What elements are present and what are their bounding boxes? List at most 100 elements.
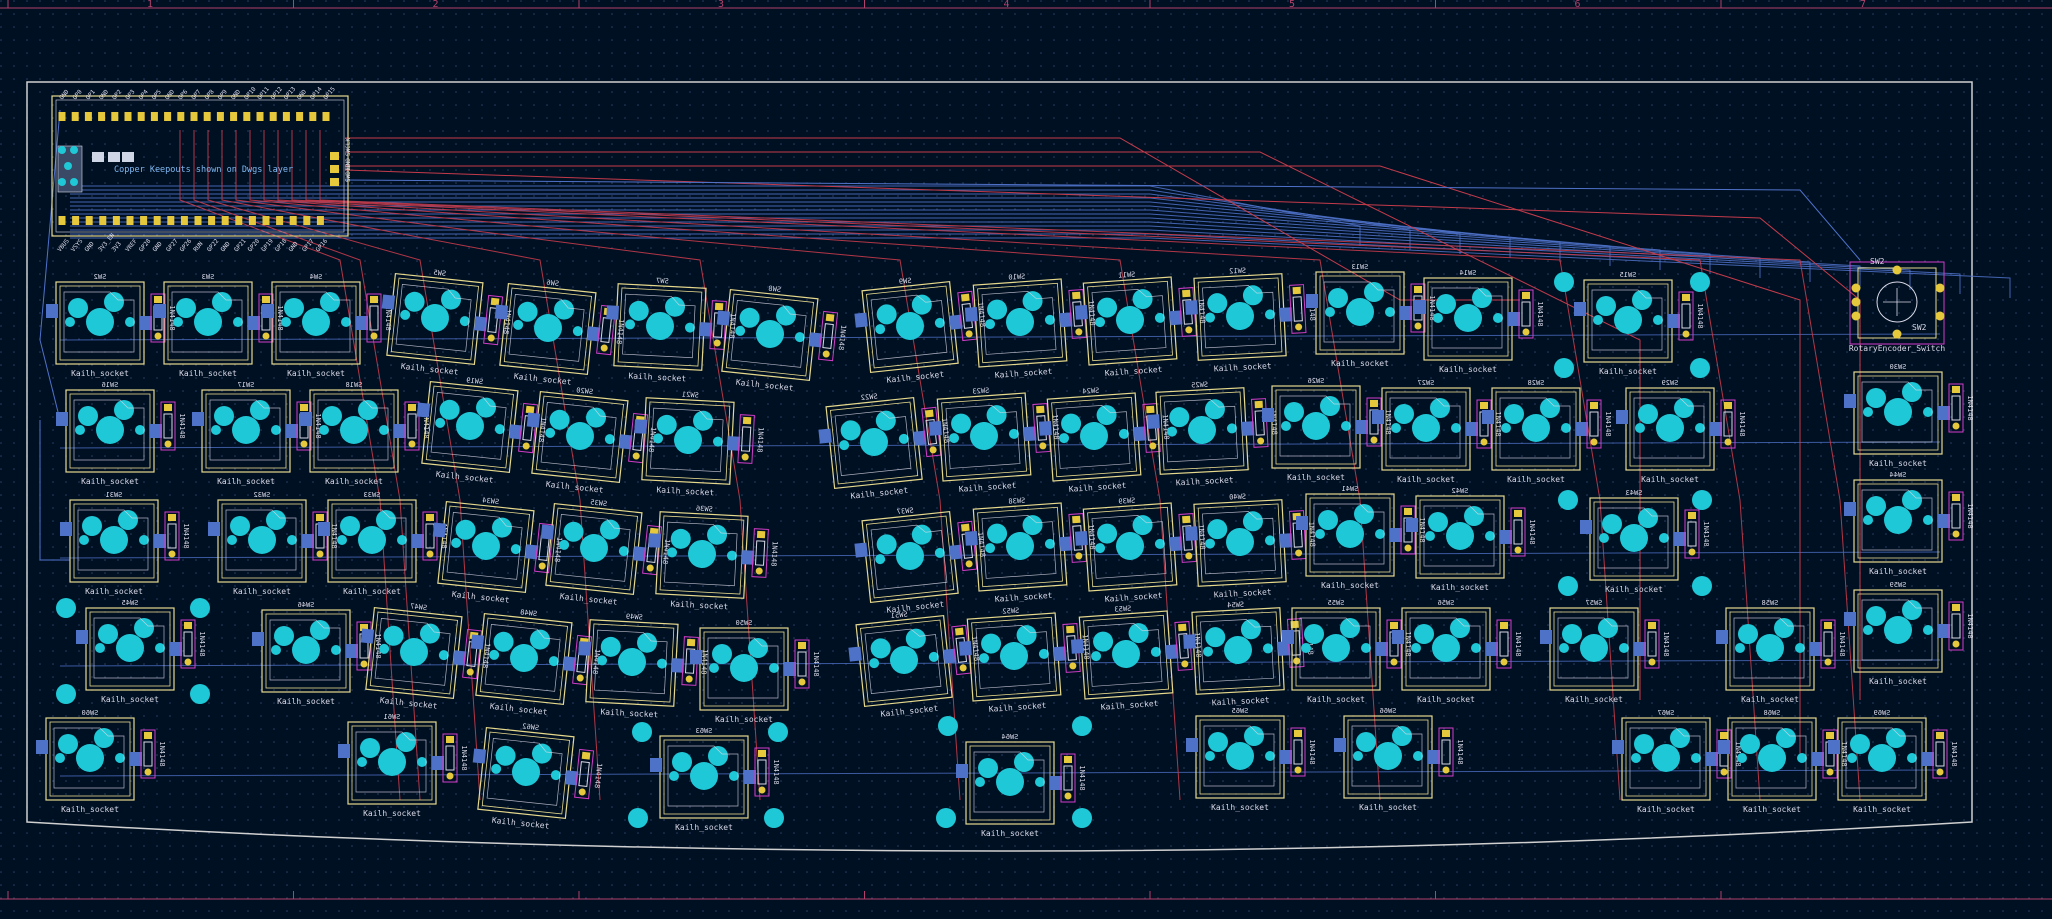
pcb-view[interactable]: 1234567 GND GP0 GP1 GND GP2 GP3 GP4 GP5 GND GP6 GP… [0,0,2052,915]
hotswap-pad [1186,738,1198,752]
hotswap-pad [381,294,396,310]
mcu-pin [71,112,79,121]
hotswap-pad [154,304,166,318]
hotswap-pad [1922,752,1934,766]
mcu-pin [208,216,216,225]
switch-pin [134,618,154,638]
hotswap-pad [526,412,541,428]
center-hole [1884,506,1912,534]
switch-pin [1318,510,1338,530]
switch-pin [68,298,88,318]
switch-ref: SW6 [546,279,559,288]
mcu-pin [303,216,311,225]
switch-ref: SW40 [1229,493,1246,502]
stabilizer-hole [1072,716,1092,736]
hotswap-pad [964,530,978,546]
center-hole [340,416,368,444]
switch-ref: SW30 [1890,363,1907,371]
hotswap-pad [690,650,702,664]
switch-label: Kailh_socket [1743,805,1801,814]
switch-ref: SW58 [1762,599,1779,607]
switch-pin [376,510,396,530]
switch-ref: SW29 [1662,379,1679,387]
hotswap-pad [1400,306,1412,320]
hotswap-pad [1414,300,1426,314]
switch-pin [98,624,118,644]
switch-pin [1886,728,1906,748]
switch-label: Kailh_socket [101,695,159,704]
switch-label: Kailh_socket [71,369,129,378]
hotswap-pad [76,630,88,644]
switch-label: Kailh_socket [179,369,237,378]
hotswap-pad [1612,740,1624,754]
stabilizer-hole [190,598,210,618]
switch-ref: SW65 [1232,707,1249,715]
switch-ref: SW2 [94,273,107,281]
mcu-pin [316,216,324,225]
hotswap-pad [1372,410,1384,424]
switch-pin [1850,734,1870,754]
switch-ref: SW17 [238,381,255,389]
diode-label: 1N4148 [1456,739,1464,764]
mcu-test-pad [122,152,134,162]
switch-label: Kailh_socket [1287,473,1345,482]
stabilizer-hole [1692,576,1712,596]
hotswap-pad [958,640,972,656]
hotswap-pad [1038,420,1052,436]
center-hole [1522,414,1550,442]
hotswap-pad [36,740,48,754]
hotswap-pad [1050,776,1062,790]
hotswap-pad [472,748,487,764]
switch-ref: SW44 [1890,471,1907,479]
switch-pin [82,516,102,536]
stabilizer-hole [768,722,788,742]
diode-label: 1N4148 [772,759,780,784]
mcu-swd-pin [330,152,339,160]
hotswap-pad [1296,516,1308,530]
switch-ref: SW41 [1342,485,1359,493]
hotswap-pad [302,534,314,548]
hotswap-pad [318,522,330,536]
diode-label: 1N4148 [1696,303,1704,328]
switch-pin [396,732,416,752]
diode-label: 1N4148 [1418,517,1426,542]
encoder-pad [1892,265,1902,275]
diode-label: 1N4148 [182,523,190,548]
switch-label: Kailh_socket [715,715,773,724]
switch-pin [250,400,270,420]
switch-ref: SW28 [1528,379,1545,387]
pcb-canvas[interactable]: 1234567 GND GP0 GP1 GND GP2 GP3 GP4 GP5 GND GP6 GP… [0,0,2052,915]
hotswap-pad [1844,394,1856,408]
switch-ref: SW68 [1764,709,1781,717]
switch-ref: SW39 [1118,497,1135,506]
switch-ref: SW5 [433,269,446,278]
diode-label: 1N4148 [1384,409,1392,434]
hotswap-pad [1938,406,1950,420]
hotswap-pad [540,524,555,540]
diode-label: 1N4148 [755,427,764,453]
mcu-pin [126,216,134,225]
mcu-pin [296,112,304,121]
switch-pin [1540,398,1560,418]
center-hole [690,762,718,790]
hotswap-pad [338,744,350,758]
center-hole [1226,742,1254,770]
hotswap-pad [1616,410,1628,424]
hotswap-pad [130,752,142,766]
switch-pin [1634,734,1654,754]
diode-label: 1N4148 [1702,521,1710,546]
center-hole [358,526,386,554]
switch-pin [214,406,234,426]
mcu-pin [72,216,80,225]
hotswap-pad [300,412,312,426]
diode-label: 1N4148 [178,413,186,438]
switch-pin [1364,282,1384,302]
switch-ref: SW50 [736,619,753,627]
mcu-pin [248,216,256,225]
mcu-pin [221,216,229,225]
switch-label: Kailh_socket [325,477,383,486]
hotswap-pad [1074,304,1088,320]
switch-ref: SW4 [310,273,323,281]
hotswap-pad [848,646,862,662]
switch-pin [1738,624,1758,644]
